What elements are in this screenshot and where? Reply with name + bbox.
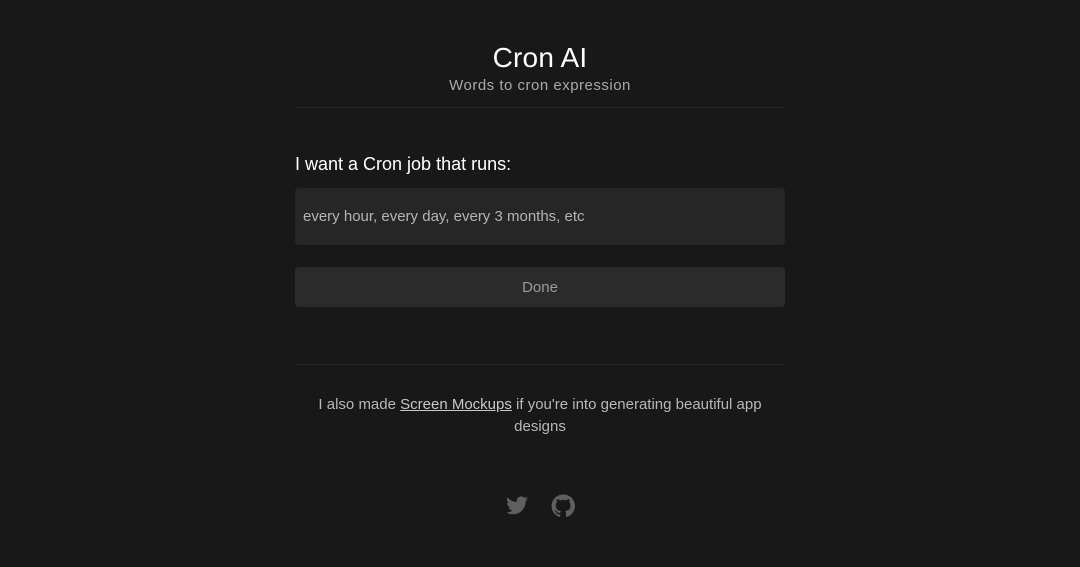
screen-mockups-link[interactable]: Screen Mockups xyxy=(400,396,512,413)
promo-suffix: if you're into generating beautiful app … xyxy=(511,396,762,435)
promo-prefix: I also made xyxy=(318,396,401,413)
twitter-icon xyxy=(506,496,528,515)
schedule-input[interactable] xyxy=(295,188,785,245)
app-subtitle: Words to cron expression xyxy=(449,77,631,94)
promo-text: I also made Screen Mockups if you're int… xyxy=(295,394,785,438)
bottom-divider xyxy=(295,364,785,365)
done-button[interactable]: Done xyxy=(295,267,785,307)
github-icon xyxy=(551,494,575,518)
social-links xyxy=(295,494,785,518)
github-link[interactable] xyxy=(551,494,575,518)
top-divider xyxy=(295,107,785,108)
schedule-input-container[interactable] xyxy=(295,188,785,245)
twitter-link[interactable] xyxy=(505,494,529,518)
app-title: Cron AI xyxy=(492,42,588,73)
prompt-label: I want a Cron job that runs: xyxy=(295,154,512,174)
page: Cron AI Words to cron expression I want … xyxy=(0,0,1080,567)
header: Cron AI Words to cron expression xyxy=(295,40,785,96)
